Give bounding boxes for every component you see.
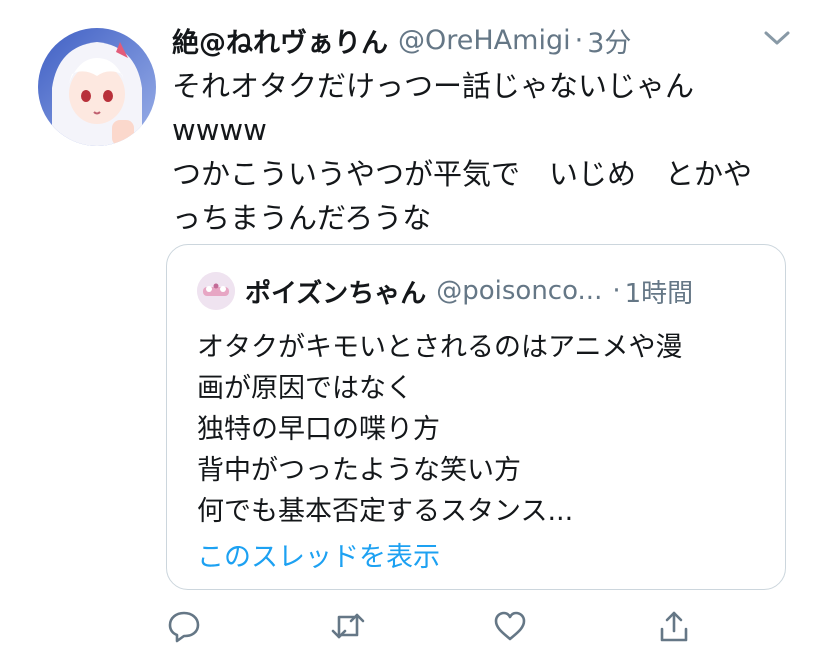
tweet-line: wwww <box>172 113 267 147</box>
tweet-header: 絶@ねれヴぁりん @OreHAmigi · 3分 <box>172 18 631 62</box>
quoted-line: 画が原因ではなく <box>197 373 413 404</box>
tweet: 絶@ねれヴぁりん @OreHAmigi · 3分 それオタクだけっつー話じゃない… <box>0 0 827 658</box>
tweet-text: それオタクだけっつー話じゃないじゃん wwww つかこういうやつが平気で いじめ… <box>172 64 782 240</box>
tweet-line: つかこういうやつが平気で いじめ とかや <box>172 157 753 191</box>
share-icon <box>658 609 690 647</box>
quoted-line: オタクがキモいとされるのはアニメや漫 <box>197 332 683 363</box>
separator-dot: · <box>574 24 584 56</box>
quoted-line: 何でも基本否定するスタンス... <box>197 496 574 527</box>
action-bar <box>0 608 827 648</box>
display-name[interactable]: 絶@ねれヴぁりん <box>172 21 388 60</box>
show-thread-link[interactable]: このスレッドを表示 <box>197 535 440 574</box>
avatar[interactable] <box>38 28 156 146</box>
quoted-header: ポイズンちゃん @poisonco... · 1時間 <box>197 269 693 313</box>
retweet-icon <box>330 609 366 647</box>
separator-dot: · <box>612 276 621 306</box>
quoted-line: 背中がつったような笑い方 <box>197 455 521 486</box>
tweet-line: それオタクだけっつー話じゃないじゃん <box>172 69 695 103</box>
quoted-display-name: ポイズンちゃん <box>245 278 427 309</box>
like-icon <box>493 610 527 646</box>
user-handle[interactable]: @OreHAmigi <box>398 25 571 56</box>
quoted-avatar <box>197 272 235 310</box>
share-button[interactable] <box>654 608 694 648</box>
tweet-line: っちまうんだろうな <box>172 201 432 235</box>
chevron-down-icon[interactable] <box>762 28 792 48</box>
like-button[interactable] <box>490 608 530 648</box>
quoted-tweet[interactable]: ポイズンちゃん @poisonco... · 1時間 オタクがキモいとされるのは… <box>166 244 786 590</box>
timestamp[interactable]: 3分 <box>587 21 631 60</box>
reply-icon <box>167 609 201 647</box>
quoted-line: 独特の早口の喋り方 <box>197 414 440 445</box>
retweet-button[interactable] <box>328 608 368 648</box>
reply-button[interactable] <box>164 608 204 648</box>
quoted-timestamp: 1時間 <box>624 278 694 309</box>
quoted-handle: @poisonco... <box>436 276 603 306</box>
quoted-text: オタクがキモいとされるのはアニメや漫 画が原因ではなく 独特の早口の喋り方 背中… <box>197 327 767 532</box>
